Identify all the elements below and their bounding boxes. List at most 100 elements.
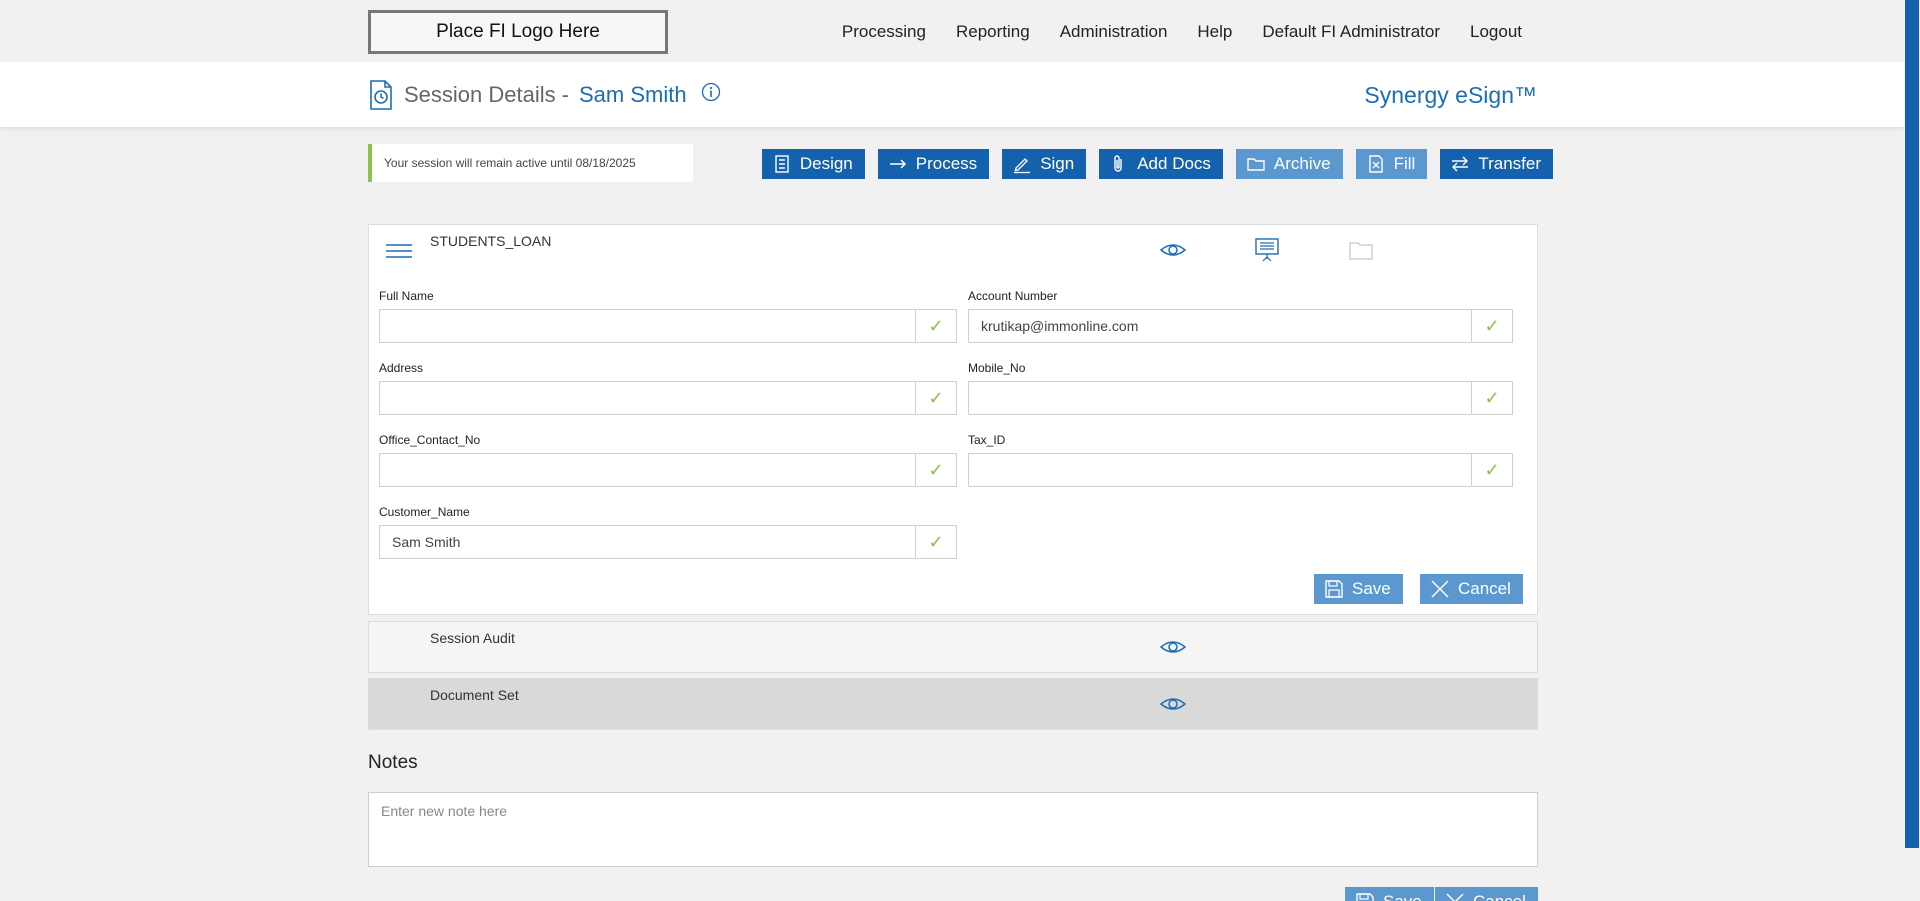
notes-save-button[interactable]: Save: [1345, 887, 1434, 901]
nav-help[interactable]: Help: [1197, 22, 1232, 42]
check-icon: ✓: [915, 526, 956, 558]
menu-icon[interactable]: [386, 241, 412, 261]
nav-processing[interactable]: Processing: [842, 22, 926, 42]
tax-id-field: Tax_ID ✓: [968, 433, 1513, 487]
folder-icon: [1349, 242, 1373, 260]
address-field: Address ✓: [379, 361, 957, 415]
session-details-label: Session Details: [404, 82, 556, 107]
full-name-input[interactable]: [380, 310, 915, 342]
panel-title: STUDENTS_LOAN: [430, 233, 552, 249]
panel-icon-group: [1159, 237, 1375, 263]
address-label: Address: [379, 361, 424, 375]
page-title: Session Details - Sam Smith: [368, 80, 721, 110]
check-icon: ✓: [915, 382, 956, 414]
eye-icon[interactable]: [1159, 691, 1187, 717]
tax-id-input-group: ✓: [968, 453, 1513, 487]
tax-id-label: Tax_ID: [968, 433, 1006, 447]
fill-button-label: Fill: [1393, 154, 1416, 173]
session-audit-section[interactable]: Session Audit: [368, 621, 1538, 673]
design-button[interactable]: Design: [761, 149, 865, 179]
session-expiry-notice: Your session will remain active until 08…: [368, 144, 693, 182]
main-nav: Processing Reporting Administration Help…: [842, 22, 1522, 42]
panel-cancel-button[interactable]: Cancel: [1420, 574, 1523, 604]
session-audit-title: Session Audit: [430, 630, 515, 646]
office-contact-label: Office_Contact_No: [379, 433, 481, 447]
sign-button-label: Sign: [1040, 154, 1075, 173]
archive-button-label: Archive: [1273, 154, 1331, 173]
floppy-disk-icon: [1356, 893, 1374, 901]
info-icon[interactable]: [701, 82, 721, 102]
full-name-field: Full Name ✓: [379, 289, 957, 343]
account-number-field: Account Number ✓: [968, 289, 1513, 343]
office-contact-input-group: ✓: [379, 453, 957, 487]
transfer-button-label: Transfer: [1478, 154, 1541, 173]
sign-button[interactable]: Sign: [1002, 149, 1087, 179]
logo-placeholder: Place FI Logo Here: [368, 10, 668, 54]
folder-icon: [1247, 158, 1265, 171]
eye-icon[interactable]: [1159, 634, 1187, 660]
check-icon: ✓: [1471, 454, 1512, 486]
transfer-button[interactable]: Transfer: [1440, 149, 1553, 179]
notes-cancel-label: Cancel: [1473, 892, 1526, 901]
process-button-label: Process: [915, 154, 978, 173]
fill-button[interactable]: Fill: [1355, 149, 1428, 179]
close-icon: [1431, 580, 1449, 598]
session-customer-name: Sam Smith: [578, 82, 687, 107]
address-input[interactable]: [380, 382, 915, 414]
mobile-no-input-group: ✓: [968, 381, 1513, 415]
new-note-input[interactable]: [369, 793, 1537, 866]
students-loan-panel: STUDENTS_LOAN Full Name ✓ Address ✓ Offi…: [368, 224, 1538, 615]
top-navigation-bar: Place FI Logo Here Processing Reporting …: [0, 0, 1904, 62]
address-input-group: ✓: [379, 381, 957, 415]
file-x-icon: [1368, 155, 1383, 173]
customer-name-input-group: ✓: [379, 525, 957, 559]
paperclip-icon: [1114, 155, 1122, 172]
process-button[interactable]: Process: [877, 149, 990, 179]
add-docs-button[interactable]: Add Docs: [1099, 149, 1223, 179]
add-docs-button-label: Add Docs: [1137, 154, 1211, 173]
panel-cancel-label: Cancel: [1458, 579, 1511, 598]
account-number-input-group: ✓: [968, 309, 1513, 343]
eye-icon[interactable]: [1159, 237, 1187, 263]
pen-icon: [1014, 158, 1031, 174]
nav-administration[interactable]: Administration: [1060, 22, 1168, 42]
mobile-no-field: Mobile_No ✓: [968, 361, 1513, 415]
arrow-right-icon: [889, 159, 906, 169]
check-icon: ✓: [1471, 310, 1512, 342]
design-button-label: Design: [799, 154, 853, 173]
notes-cancel-button[interactable]: Cancel: [1435, 887, 1538, 901]
customer-name-field: Customer_Name ✓: [379, 505, 957, 559]
check-icon: ✓: [1471, 382, 1512, 414]
mobile-no-input[interactable]: [969, 382, 1471, 414]
title-separator: -: [561, 82, 569, 107]
action-toolbar: Design Process Sign Add Docs Archive Fil…: [761, 149, 1553, 179]
office-contact-field: Office_Contact_No ✓: [379, 433, 957, 487]
nav-logout[interactable]: Logout: [1470, 22, 1522, 42]
office-contact-input[interactable]: [380, 454, 915, 486]
scrollbar-thumb[interactable]: [1905, 0, 1919, 848]
close-icon: [1446, 893, 1464, 901]
panel-save-label: Save: [1352, 579, 1391, 598]
account-number-label: Account Number: [968, 289, 1058, 303]
account-number-input[interactable]: [969, 310, 1471, 342]
session-history-icon: [370, 80, 392, 110]
brand-name: Synergy eSign™: [1364, 82, 1537, 108]
page-scrollbar[interactable]: [1904, 0, 1920, 901]
page-header: Session Details - Sam Smith Synergy eSig…: [0, 62, 1904, 128]
notes-box: [368, 792, 1538, 867]
presentation-icon[interactable]: [1253, 237, 1281, 263]
check-icon: ✓: [915, 310, 956, 342]
document-set-section[interactable]: Document Set: [368, 678, 1538, 730]
swap-icon: [1452, 156, 1469, 172]
full-name-label: Full Name: [379, 289, 434, 303]
panel-save-button[interactable]: Save: [1314, 574, 1403, 604]
tax-id-input[interactable]: [969, 454, 1471, 486]
full-name-input-group: ✓: [379, 309, 957, 343]
nav-reporting[interactable]: Reporting: [956, 22, 1030, 42]
customer-name-input[interactable]: [380, 526, 915, 558]
check-icon: ✓: [915, 454, 956, 486]
list-icon: [775, 155, 789, 173]
nav-user-account[interactable]: Default FI Administrator: [1262, 22, 1440, 42]
customer-name-label: Customer_Name: [379, 505, 470, 519]
archive-button[interactable]: Archive: [1235, 149, 1343, 179]
